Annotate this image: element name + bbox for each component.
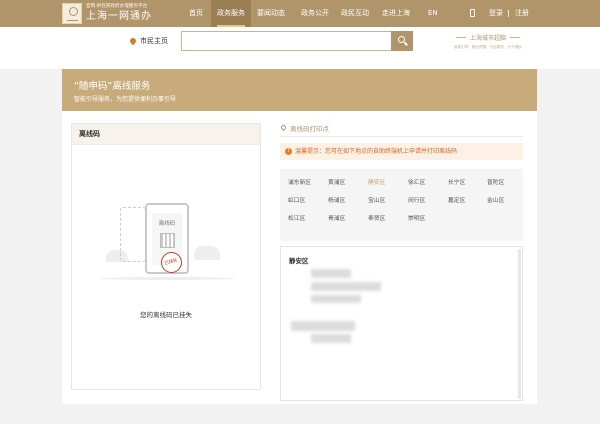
city-brain-brand[interactable]: 上海城市超脑 智能引导 · 隐在便捷 · 开启服务 · 大气便民: [438, 33, 538, 50]
top-nav-bar: 官网·供在民政府办理服务平台 上海一网通办 首页 政务服务 要闻动态 政务公开 …: [0, 0, 600, 27]
district-tab[interactable]: 奉贤区: [368, 213, 385, 222]
page-title: “随申码”离线服务: [74, 81, 151, 92]
redacted-text: [311, 295, 361, 303]
district-tab[interactable]: 宝山区: [368, 195, 385, 204]
status-message: 您的离线码已挂失: [140, 311, 192, 319]
search-input[interactable]: [181, 31, 392, 51]
district-tab[interactable]: 徐汇区: [408, 177, 425, 186]
card-title: 离线码: [72, 124, 260, 145]
district-tab[interactable]: 虹口区: [288, 195, 305, 204]
nav-gov-open[interactable]: 政务公开: [301, 0, 329, 27]
main-content: 离线码 离线码 已挂失 您的离线码已挂失 离线码打印点 ! 温馨提示：您可在如下…: [62, 111, 537, 404]
location-pin-icon: [128, 36, 138, 46]
logo-emblem-icon: [62, 3, 82, 24]
page-banner: “随申码”离线服务 智能引导服务，为您提供便利办事引导: [62, 69, 537, 111]
lost-stamp-icon: 已挂失: [161, 252, 182, 273]
nav-gov-services[interactable]: 政务服务: [211, 0, 251, 27]
district-tab[interactable]: 浦东新区: [288, 177, 311, 186]
warning-icon: !: [285, 148, 292, 155]
district-tab[interactable]: 杨浦区: [328, 195, 345, 204]
district-tab[interactable]: 闵行区: [408, 195, 425, 204]
results-district-title: 静安区: [289, 257, 309, 265]
district-tab[interactable]: 长宁区: [448, 177, 465, 186]
nav-english[interactable]: EN: [428, 0, 438, 27]
panel-header: 离线码打印点: [279, 123, 523, 137]
lost-code-illustration: 离线码 已挂失: [100, 194, 235, 289]
redacted-text: [311, 269, 351, 278]
district-tab[interactable]: 普陀区: [487, 177, 504, 186]
brand-subtitle: 智能引导 · 隐在便捷 · 开启服务 · 大气便民: [454, 45, 522, 49]
district-tab[interactable]: 青浦区: [328, 213, 345, 222]
location-link[interactable]: 市民主页: [140, 36, 168, 46]
district-tab[interactable]: 金山区: [487, 195, 504, 204]
nav-interaction[interactable]: 政民互动: [341, 0, 369, 27]
divider: [508, 10, 509, 17]
location-pin-icon: [279, 123, 288, 132]
redacted-text: [291, 321, 355, 331]
notice-banner: ! 温馨提示：您可在如下地点的自助终端机上申请并打印离线码: [280, 143, 523, 160]
cloud-icon: [194, 246, 220, 260]
card-outline-icon: [120, 207, 146, 262]
logo-title: 上海一网通办: [86, 11, 152, 22]
nav-home[interactable]: 首页: [189, 0, 203, 27]
phone-screen-label: 离线码: [158, 221, 176, 227]
brand-title: 上海城市超脑: [469, 35, 506, 42]
redacted-text: [311, 334, 351, 343]
notice-text: 温馨提示：您可在如下地点的自助终端机上申请并打印离线码: [295, 148, 458, 155]
login-link[interactable]: 登录: [489, 0, 503, 27]
scrollbar[interactable]: [518, 249, 521, 399]
search-band: 市民主页 上海城市超脑 智能引导 · 隐在便捷 · 开启服务 · 大气便民: [0, 27, 600, 69]
mobile-icon[interactable]: [470, 9, 475, 17]
logo-subtitle: 官网·供在民政府办理服务平台: [86, 4, 148, 9]
search-button[interactable]: [391, 31, 413, 51]
page-subtitle: 智能引导服务，为您提供便利办事引导: [74, 96, 177, 103]
redacted-text: [311, 282, 381, 291]
district-tab[interactable]: 黄浦区: [328, 177, 345, 186]
site-logo[interactable]: 官网·供在民政府办理服务平台 上海一网通办: [62, 2, 152, 25]
district-selector: 浦东新区 黄浦区 静安区 徐汇区 长宁区 普陀区 虹口区 杨浦区 宝山区 闵行区…: [280, 169, 523, 241]
offline-code-card: 离线码 离线码 已挂失 您的离线码已挂失: [71, 123, 261, 390]
qr-code-icon: [160, 233, 175, 248]
district-tab[interactable]: 松江区: [288, 213, 305, 222]
nav-about-shanghai[interactable]: 走进上海: [382, 0, 410, 27]
nav-news[interactable]: 要闻动态: [257, 0, 285, 27]
print-location-panel: 离线码打印点 ! 温馨提示：您可在如下地点的自助终端机上申请并打印离线码 浦东新…: [279, 123, 523, 401]
district-tab[interactable]: 嘉定区: [448, 195, 465, 204]
location-results: 静安区: [280, 246, 523, 401]
district-tab[interactable]: 崇明区: [408, 213, 425, 222]
register-link[interactable]: 注册: [515, 0, 529, 27]
district-tab-selected[interactable]: 静安区: [368, 177, 385, 186]
